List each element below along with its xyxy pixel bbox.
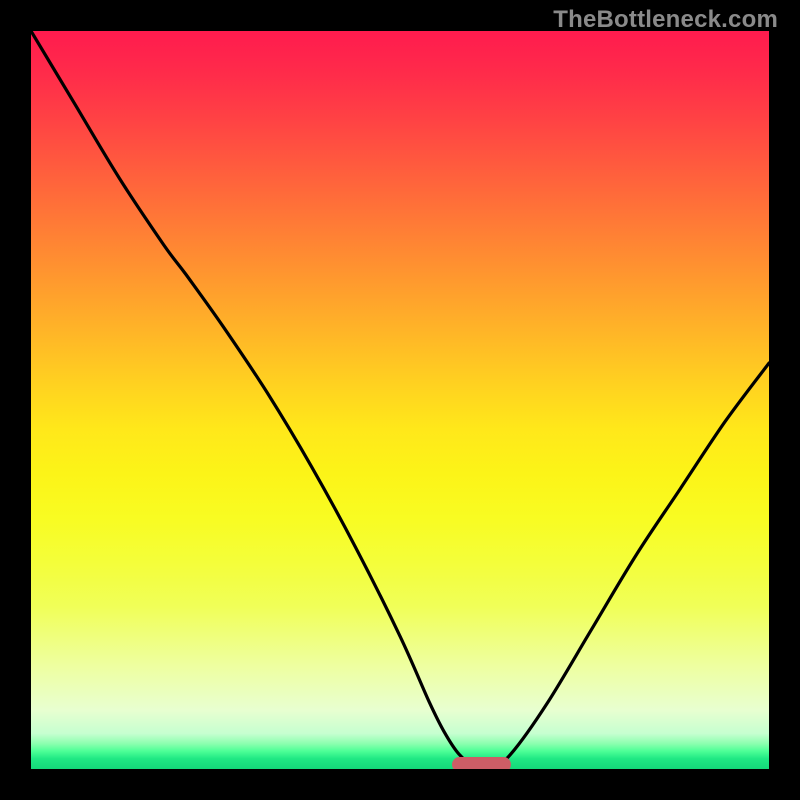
watermark-text: TheBottleneck.com xyxy=(553,6,778,34)
plot-area xyxy=(31,31,769,769)
bottleneck-curve xyxy=(31,31,769,769)
optimal-marker xyxy=(452,757,511,769)
